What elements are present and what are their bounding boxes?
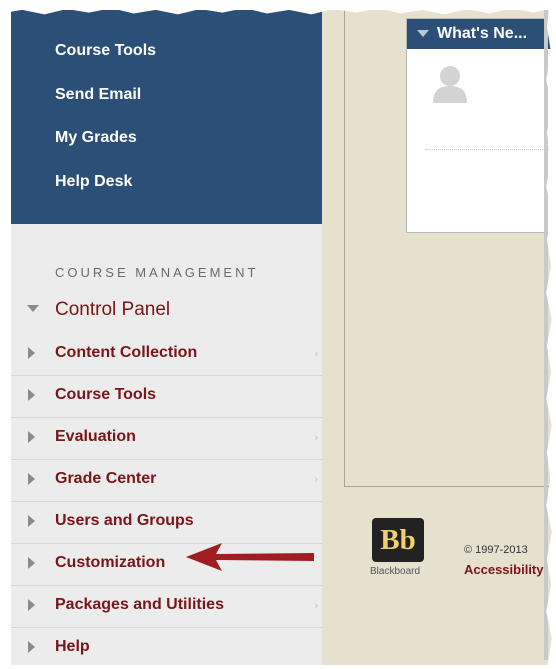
accessibility-link[interactable]: Accessibility bbox=[464, 562, 544, 577]
blackboard-logo-caption: Blackboard bbox=[370, 566, 421, 577]
person-silhouette-icon bbox=[433, 66, 467, 103]
submenu-chevron-icon: › bbox=[314, 600, 318, 612]
whats-new-module: What's Ne... bbox=[406, 18, 556, 233]
nav-item-label: Course Tools bbox=[55, 386, 157, 403]
expand-icon bbox=[28, 347, 35, 359]
control-panel-header[interactable]: Control Panel bbox=[11, 292, 322, 328]
nav-item-evaluation[interactable]: Evaluation › bbox=[11, 417, 322, 460]
nav-item-packages-and-utilities[interactable]: Packages and Utilities › bbox=[11, 585, 322, 628]
expand-icon bbox=[28, 389, 35, 401]
control-panel-label: Control Panel bbox=[55, 299, 171, 320]
course-management-heading: COURSE MANAGEMENT bbox=[55, 265, 259, 280]
blackboard-logo: Bb bbox=[372, 518, 424, 562]
expand-icon bbox=[28, 557, 35, 569]
nav-item-users-and-groups[interactable]: Users and Groups bbox=[11, 501, 322, 544]
expand-icon bbox=[28, 431, 35, 443]
nav-item-content-collection[interactable]: Content Collection › bbox=[11, 333, 322, 376]
nav-item-help[interactable]: Help bbox=[11, 627, 322, 669]
course-management-panel: COURSE MANAGEMENT Control Panel Content … bbox=[11, 224, 322, 665]
expand-icon bbox=[28, 473, 35, 485]
nav-item-label: Packages and Utilities bbox=[55, 596, 224, 613]
expand-icon bbox=[28, 599, 35, 611]
red-arrow-left-icon bbox=[186, 543, 314, 571]
submenu-chevron-icon: › bbox=[314, 474, 318, 486]
screenshot-frame: Course Tools Send Email My Grades Help D… bbox=[0, 0, 556, 665]
nav-item-label: Content Collection bbox=[55, 344, 198, 361]
collapse-icon[interactable] bbox=[417, 30, 429, 37]
expand-icon bbox=[28, 641, 35, 653]
nav-item-grade-center[interactable]: Grade Center › bbox=[11, 459, 322, 502]
my-grades-link[interactable]: My Grades bbox=[55, 129, 137, 147]
whats-new-title: What's Ne... bbox=[437, 25, 528, 42]
nav-item-label: Help bbox=[55, 638, 90, 655]
nav-item-label: Customization bbox=[55, 554, 166, 571]
expand-icon bbox=[28, 515, 35, 527]
content-area: What's Ne... Bb Blackboard © 1997-2013 A… bbox=[322, 10, 556, 665]
copyright-text: © 1997-2013 bbox=[464, 544, 528, 556]
nav-item-course-tools[interactable]: Course Tools bbox=[11, 375, 322, 418]
collapse-icon[interactable] bbox=[27, 305, 39, 312]
help-desk-link[interactable]: Help Desk bbox=[55, 173, 132, 191]
course-tools-link[interactable]: Course Tools bbox=[55, 42, 156, 60]
nav-item-label: Grade Center bbox=[55, 470, 157, 487]
edge-shadow bbox=[544, 10, 548, 660]
divider bbox=[425, 149, 556, 150]
nav-item-label: Users and Groups bbox=[55, 512, 194, 529]
submenu-chevron-icon: › bbox=[314, 348, 318, 360]
whats-new-header[interactable]: What's Ne... bbox=[407, 19, 556, 49]
send-email-link[interactable]: Send Email bbox=[55, 86, 141, 104]
nav-item-label: Evaluation bbox=[55, 428, 136, 445]
course-tools-panel: Course Tools Send Email My Grades Help D… bbox=[11, 10, 322, 224]
submenu-chevron-icon: › bbox=[314, 432, 318, 444]
